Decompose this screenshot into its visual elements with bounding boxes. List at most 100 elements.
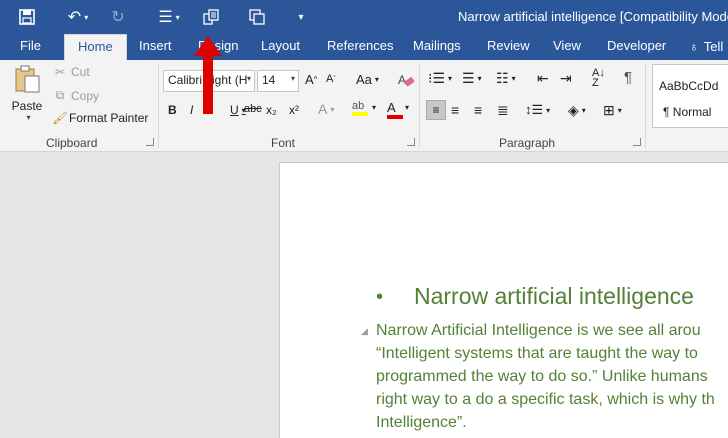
svg-text:A: A bbox=[398, 73, 406, 87]
subscript-button[interactable]: x₂ bbox=[266, 103, 277, 117]
cut-button[interactable]: ✂ Cut bbox=[52, 65, 90, 79]
bullets-icon: ⁝☰ bbox=[428, 70, 446, 86]
collapse-paragraph-icon[interactable]: ◢ bbox=[361, 326, 368, 337]
align-left-icon[interactable]: ≡ bbox=[426, 100, 446, 120]
font-size-value: 14 bbox=[262, 73, 276, 87]
chevron-down-icon: ▾ bbox=[290, 74, 295, 83]
decrease-indent-icon[interactable]: ⇤ bbox=[537, 70, 549, 87]
font-size-combo[interactable]: 14 ▾ bbox=[257, 70, 299, 92]
body-line[interactable]: right way to a do a specific task, which… bbox=[376, 391, 715, 409]
multilevel-list-button[interactable]: ☷ ▾ bbox=[496, 70, 516, 87]
save-icon[interactable] bbox=[16, 6, 38, 28]
shrink-font-button[interactable]: Aˇ bbox=[326, 73, 336, 85]
group-separator bbox=[645, 64, 646, 148]
font-launcher-icon[interactable] bbox=[407, 138, 415, 146]
tell-me[interactable]: ♁ Tell bbox=[689, 34, 723, 60]
scissors-icon: ✂ bbox=[54, 65, 66, 79]
title-bar: ↶ ▾ ↻ ☰ ▾ ▾ Narrow artificial intelligence… bbox=[0, 0, 728, 34]
document-heading[interactable]: Narrow artificial intelligence bbox=[414, 283, 694, 310]
paste-label: Paste bbox=[11, 99, 43, 113]
numbering-list-icon: ☰ bbox=[462, 70, 475, 86]
font-color-label: A bbox=[387, 100, 396, 115]
format-painter-button[interactable]: 🖌 Format Painter bbox=[52, 111, 148, 125]
group-separator bbox=[158, 64, 159, 148]
lightbulb-icon: ♁ bbox=[689, 39, 699, 54]
tab-insert[interactable]: Insert bbox=[139, 34, 172, 60]
paragraph-group-label: Paragraph bbox=[499, 136, 556, 150]
body-line[interactable]: Narrow Artificial Intelligence is we see… bbox=[376, 322, 701, 340]
change-case-label: Aa bbox=[356, 72, 372, 87]
copy-button[interactable]: ⧉ Copy bbox=[52, 88, 99, 103]
highlight-dropdown-icon[interactable]: ▾ bbox=[372, 103, 376, 112]
align-right-icon[interactable]: ≡ bbox=[474, 102, 482, 118]
copy-icon: ⧉ bbox=[55, 88, 65, 102]
style-normal[interactable]: AaBbCcDd ¶ Normal bbox=[652, 64, 728, 128]
justify-icon[interactable]: ≣ bbox=[497, 102, 509, 119]
clipboard-group-label: Clipboard bbox=[46, 136, 98, 150]
paint-bucket-icon: ◈ bbox=[568, 102, 579, 118]
line-spacing-icon: ↕☰ bbox=[525, 102, 544, 117]
font-color-button[interactable]: A bbox=[387, 100, 403, 119]
underline-label: U bbox=[230, 103, 239, 117]
line-spacing-button[interactable]: ↕☰ ▾ bbox=[525, 102, 550, 118]
paragraph-launcher-icon[interactable] bbox=[633, 138, 641, 146]
clipboard-icon bbox=[12, 64, 42, 97]
grow-font-button[interactable]: A ^ bbox=[305, 72, 317, 87]
tab-mailings[interactable]: Mailings bbox=[413, 34, 461, 60]
sort-icon[interactable]: A↓ Z bbox=[592, 68, 605, 89]
redo-icon[interactable]: ↻ bbox=[108, 6, 128, 28]
tab-file[interactable]: File bbox=[20, 34, 41, 60]
paste-button[interactable]: Paste ▾ bbox=[8, 64, 46, 122]
increase-indent-icon[interactable]: ⇥ bbox=[560, 70, 572, 87]
tab-layout[interactable]: Layout bbox=[261, 34, 300, 60]
tab-references[interactable]: References bbox=[327, 34, 393, 60]
superscript-button[interactable]: x² bbox=[289, 103, 299, 117]
body-line[interactable]: programmed the way to do so.” Unlike hum… bbox=[376, 368, 708, 386]
highlight-color-swatch bbox=[352, 112, 368, 116]
font-color-swatch bbox=[387, 115, 403, 119]
style-sample: AaBbCcDd bbox=[659, 79, 719, 93]
change-case-button[interactable]: Aa ▾ bbox=[356, 72, 379, 87]
paintbrush-icon: 🖌 bbox=[52, 111, 68, 125]
borders-button[interactable]: ⊞ ▾ bbox=[603, 102, 622, 119]
body-line[interactable]: Intelligence”. bbox=[376, 414, 467, 432]
group-separator bbox=[419, 64, 420, 148]
tab-home[interactable]: Home bbox=[64, 34, 127, 60]
compare-icon[interactable] bbox=[200, 6, 222, 28]
tab-developer[interactable]: Developer bbox=[607, 34, 666, 60]
show-formatting-icon[interactable]: ¶ bbox=[624, 69, 632, 86]
cut-label: Cut bbox=[71, 65, 90, 79]
screen-icon[interactable] bbox=[246, 6, 268, 28]
paste-dropdown-icon[interactable]: ▾ bbox=[26, 113, 30, 122]
style-name: ¶ Normal bbox=[663, 105, 712, 119]
tab-view[interactable]: View bbox=[553, 34, 581, 60]
format-painter-label: Format Painter bbox=[69, 111, 149, 125]
body-line[interactable]: “Intelligent systems that are taught the… bbox=[376, 345, 698, 363]
undo-icon[interactable]: ↶ ▾ bbox=[60, 6, 96, 28]
borders-icon: ⊞ bbox=[603, 102, 615, 118]
ribbon: Paste ▾ ✂ Cut ⧉ Copy 🖌 Format Painter Cl… bbox=[0, 60, 728, 152]
tell-me-label: Tell bbox=[703, 39, 724, 54]
shading-button[interactable]: ◈ ▾ bbox=[568, 102, 586, 119]
highlight-button[interactable]: ab bbox=[352, 100, 368, 116]
numbering-button[interactable]: ☰ ▾ bbox=[462, 70, 482, 87]
customize-qat-icon[interactable]: ▾ bbox=[294, 6, 308, 28]
bullets-button[interactable]: ⁝☰ ▾ bbox=[428, 70, 452, 87]
strikethrough-button[interactable]: abc bbox=[244, 103, 262, 115]
clipboard-launcher-icon[interactable] bbox=[146, 138, 154, 146]
clear-formatting-icon[interactable]: A bbox=[397, 71, 415, 89]
highlight-label: ab bbox=[352, 100, 365, 112]
annotation-arrow-icon bbox=[194, 36, 222, 114]
text-effects-button[interactable]: A ▾ bbox=[318, 101, 334, 117]
heading-bullet-icon: • bbox=[376, 286, 384, 308]
ribbon-tabs: File Home Insert Design Layout Reference… bbox=[0, 34, 728, 60]
numbering-icon[interactable]: ☰ ▾ bbox=[152, 6, 186, 28]
bold-button[interactable]: B bbox=[168, 103, 177, 117]
chevron-down-icon: ▾ bbox=[330, 104, 335, 114]
align-center-icon[interactable]: ≡ bbox=[451, 102, 459, 118]
copy-label: Copy bbox=[71, 88, 100, 103]
font-color-dropdown-icon[interactable]: ▾ bbox=[405, 103, 409, 112]
text-effects-label: A bbox=[318, 101, 328, 117]
tab-review[interactable]: Review bbox=[487, 34, 530, 60]
document-title: Narrow artificial intelligence [Compatib… bbox=[458, 9, 728, 24]
